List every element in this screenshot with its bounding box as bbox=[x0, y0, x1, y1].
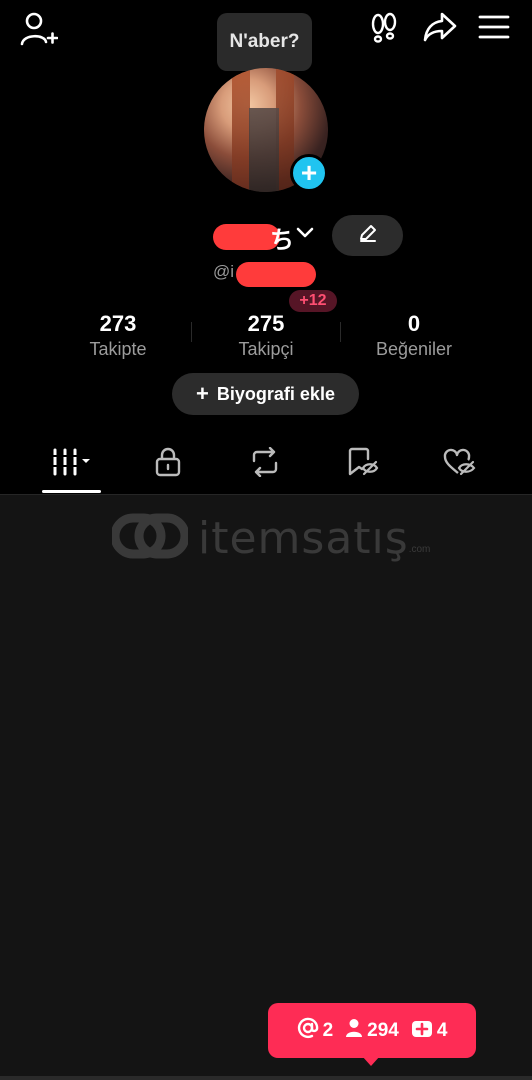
add-friend-icon[interactable] bbox=[20, 12, 58, 46]
watermark-text: itemsatış bbox=[198, 513, 409, 564]
plus-icon: + bbox=[196, 381, 209, 406]
status-tooltip[interactable]: N'aber? bbox=[217, 13, 312, 71]
mentions-count: 2 bbox=[297, 1017, 334, 1045]
stat-label: Takipte bbox=[89, 339, 147, 359]
tabs-divider bbox=[0, 494, 532, 495]
stat-value: 275 bbox=[247, 311, 285, 336]
bookmark-hidden-icon bbox=[346, 447, 380, 482]
stat-divider bbox=[191, 322, 192, 342]
lock-icon bbox=[154, 447, 182, 482]
new-followers-badge: +12 bbox=[289, 290, 337, 312]
tab-videos[interactable] bbox=[42, 444, 102, 484]
activity-notification-pill[interactable]: 2 294 4 bbox=[268, 1003, 476, 1058]
person-icon bbox=[345, 1018, 363, 1044]
handle-redaction bbox=[236, 262, 316, 287]
followers-value: 294 bbox=[367, 1019, 399, 1041]
tab-favorites[interactable] bbox=[333, 444, 393, 484]
stat-value: 0 bbox=[407, 311, 421, 336]
watermark-suffix: .com bbox=[408, 544, 431, 555]
edit-profile-button[interactable] bbox=[332, 215, 403, 256]
active-tab-indicator bbox=[42, 490, 101, 493]
followers-count: 294 bbox=[345, 1018, 399, 1044]
liked-hidden-icon bbox=[442, 447, 478, 482]
at-mention-icon bbox=[297, 1017, 319, 1045]
stat-divider bbox=[340, 322, 341, 342]
videos-grid-icon bbox=[49, 448, 95, 481]
likes-count: 4 bbox=[411, 1018, 448, 1044]
stat-followers[interactable]: 275 Takipçi bbox=[216, 311, 316, 361]
pencil-icon bbox=[357, 222, 379, 249]
footprints-icon[interactable] bbox=[368, 12, 400, 44]
watermark-logo-icon bbox=[110, 512, 190, 565]
tab-liked[interactable] bbox=[430, 444, 490, 484]
profile-name: ち bbox=[270, 227, 294, 254]
add-story-icon[interactable]: + bbox=[290, 154, 328, 192]
add-bio-label: Biyografi ekle bbox=[216, 383, 335, 404]
chevron-down-icon[interactable] bbox=[296, 226, 314, 245]
stat-label: Beğeniler bbox=[375, 339, 453, 359]
notification-pill-tail bbox=[362, 1056, 380, 1066]
share-icon[interactable] bbox=[422, 10, 458, 44]
heart-badge-icon bbox=[411, 1018, 433, 1044]
stat-label: Takipçi bbox=[238, 339, 294, 359]
bottom-edge bbox=[0, 1076, 532, 1080]
add-bio-button[interactable]: + Biyografi ekle bbox=[172, 373, 359, 415]
menu-icon[interactable] bbox=[478, 14, 510, 40]
mentions-value: 2 bbox=[322, 1019, 334, 1041]
tab-reposts[interactable] bbox=[235, 444, 295, 484]
stat-likes[interactable]: 0 Beğeniler bbox=[359, 311, 469, 361]
tab-private[interactable] bbox=[138, 444, 198, 484]
repost-icon bbox=[248, 446, 282, 482]
profile-handle: @i bbox=[213, 262, 235, 281]
stat-value: 273 bbox=[99, 311, 137, 336]
likes-value: 4 bbox=[436, 1019, 448, 1041]
watermark: itemsatış .com bbox=[110, 512, 431, 565]
stat-following[interactable]: 273 Takipte bbox=[68, 311, 168, 361]
